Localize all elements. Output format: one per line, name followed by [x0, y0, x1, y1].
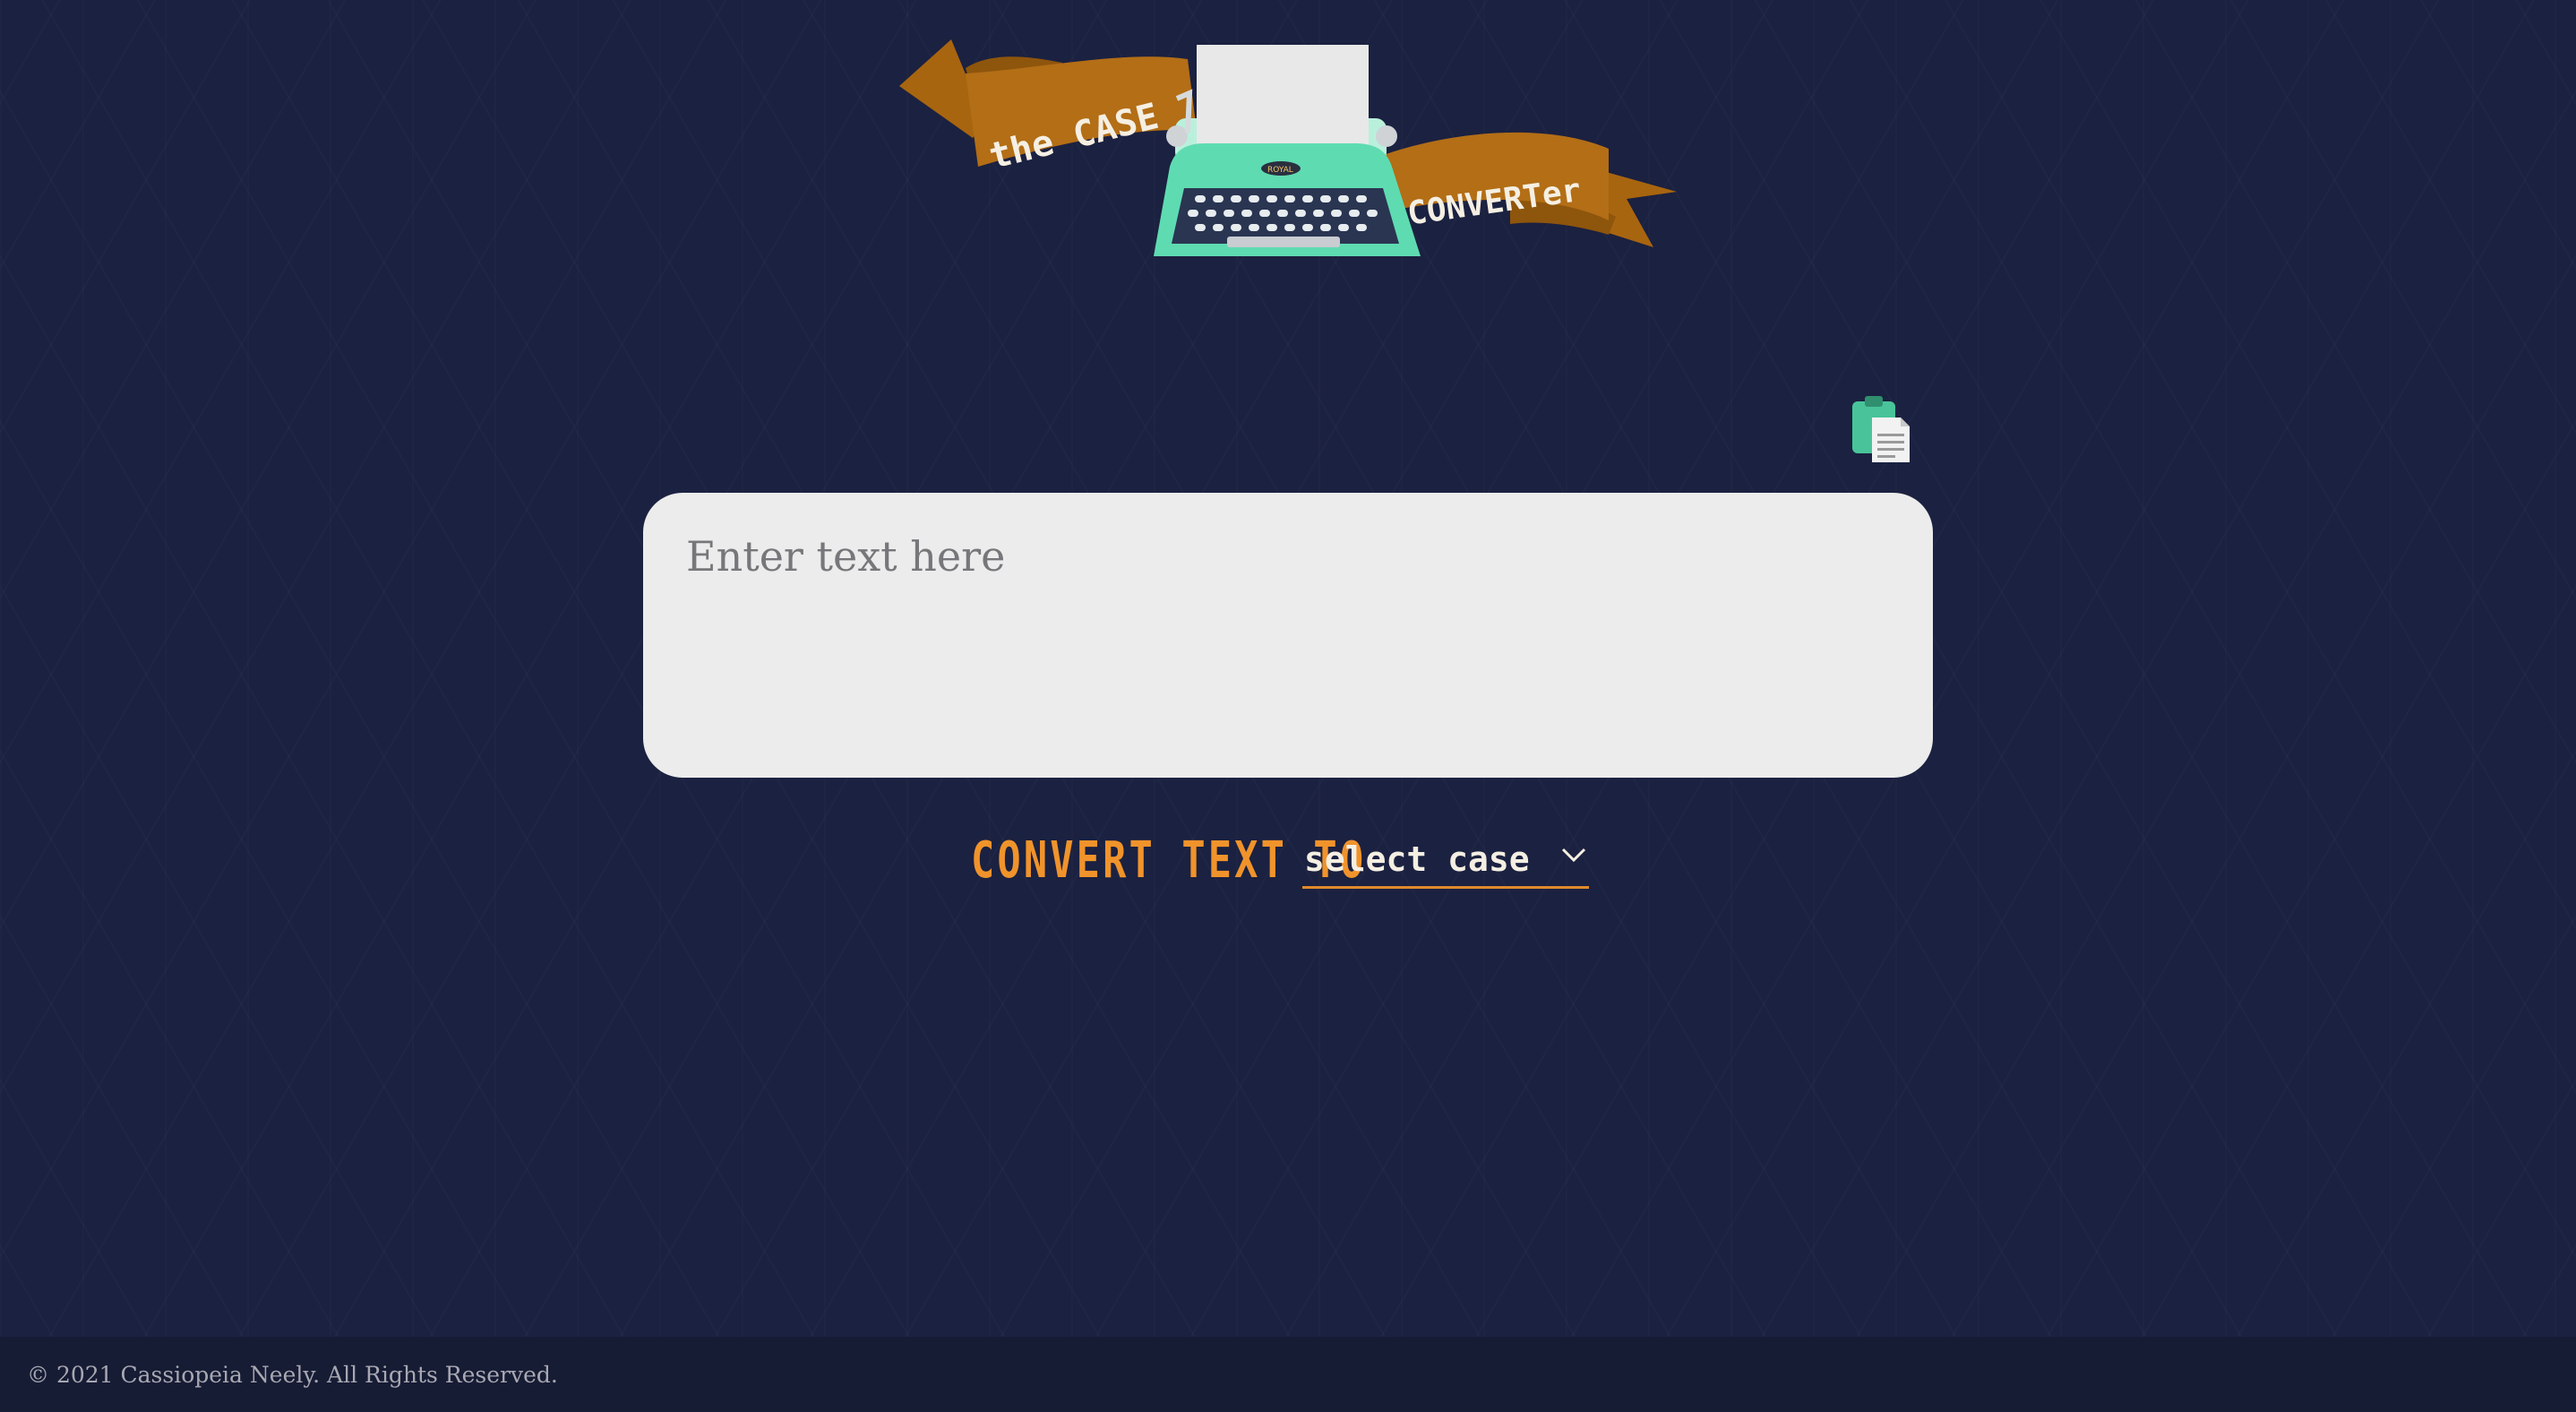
- footer: © 2021 Cassiopeia Neely. All Rights Rese…: [0, 1337, 2576, 1412]
- clipboard-copy-icon: [1852, 396, 1910, 462]
- chevron-down-icon: [1561, 848, 1586, 863]
- copyright-text: © 2021 Cassiopeia Neely. All Rights Rese…: [27, 1361, 558, 1388]
- typewriter-icon: the CASE CONVERTer ROYAL: [899, 39, 1677, 256]
- site-logo[interactable]: the CASE CONVERTer ROYAL: [892, 32, 1680, 265]
- typewriter-brand: ROYAL: [1267, 166, 1293, 175]
- copy-to-clipboard-button[interactable]: [1850, 394, 1913, 464]
- text-input-card: [643, 493, 1933, 778]
- convert-label: CONVERT TEXT TO: [971, 831, 1367, 890]
- text-input[interactable]: [643, 493, 1933, 778]
- case-select-dropdown[interactable]: select case: [1302, 831, 1589, 889]
- case-select-value: select case: [1304, 839, 1530, 879]
- convert-controls: CONVERT TEXT TO select case: [971, 828, 1589, 892]
